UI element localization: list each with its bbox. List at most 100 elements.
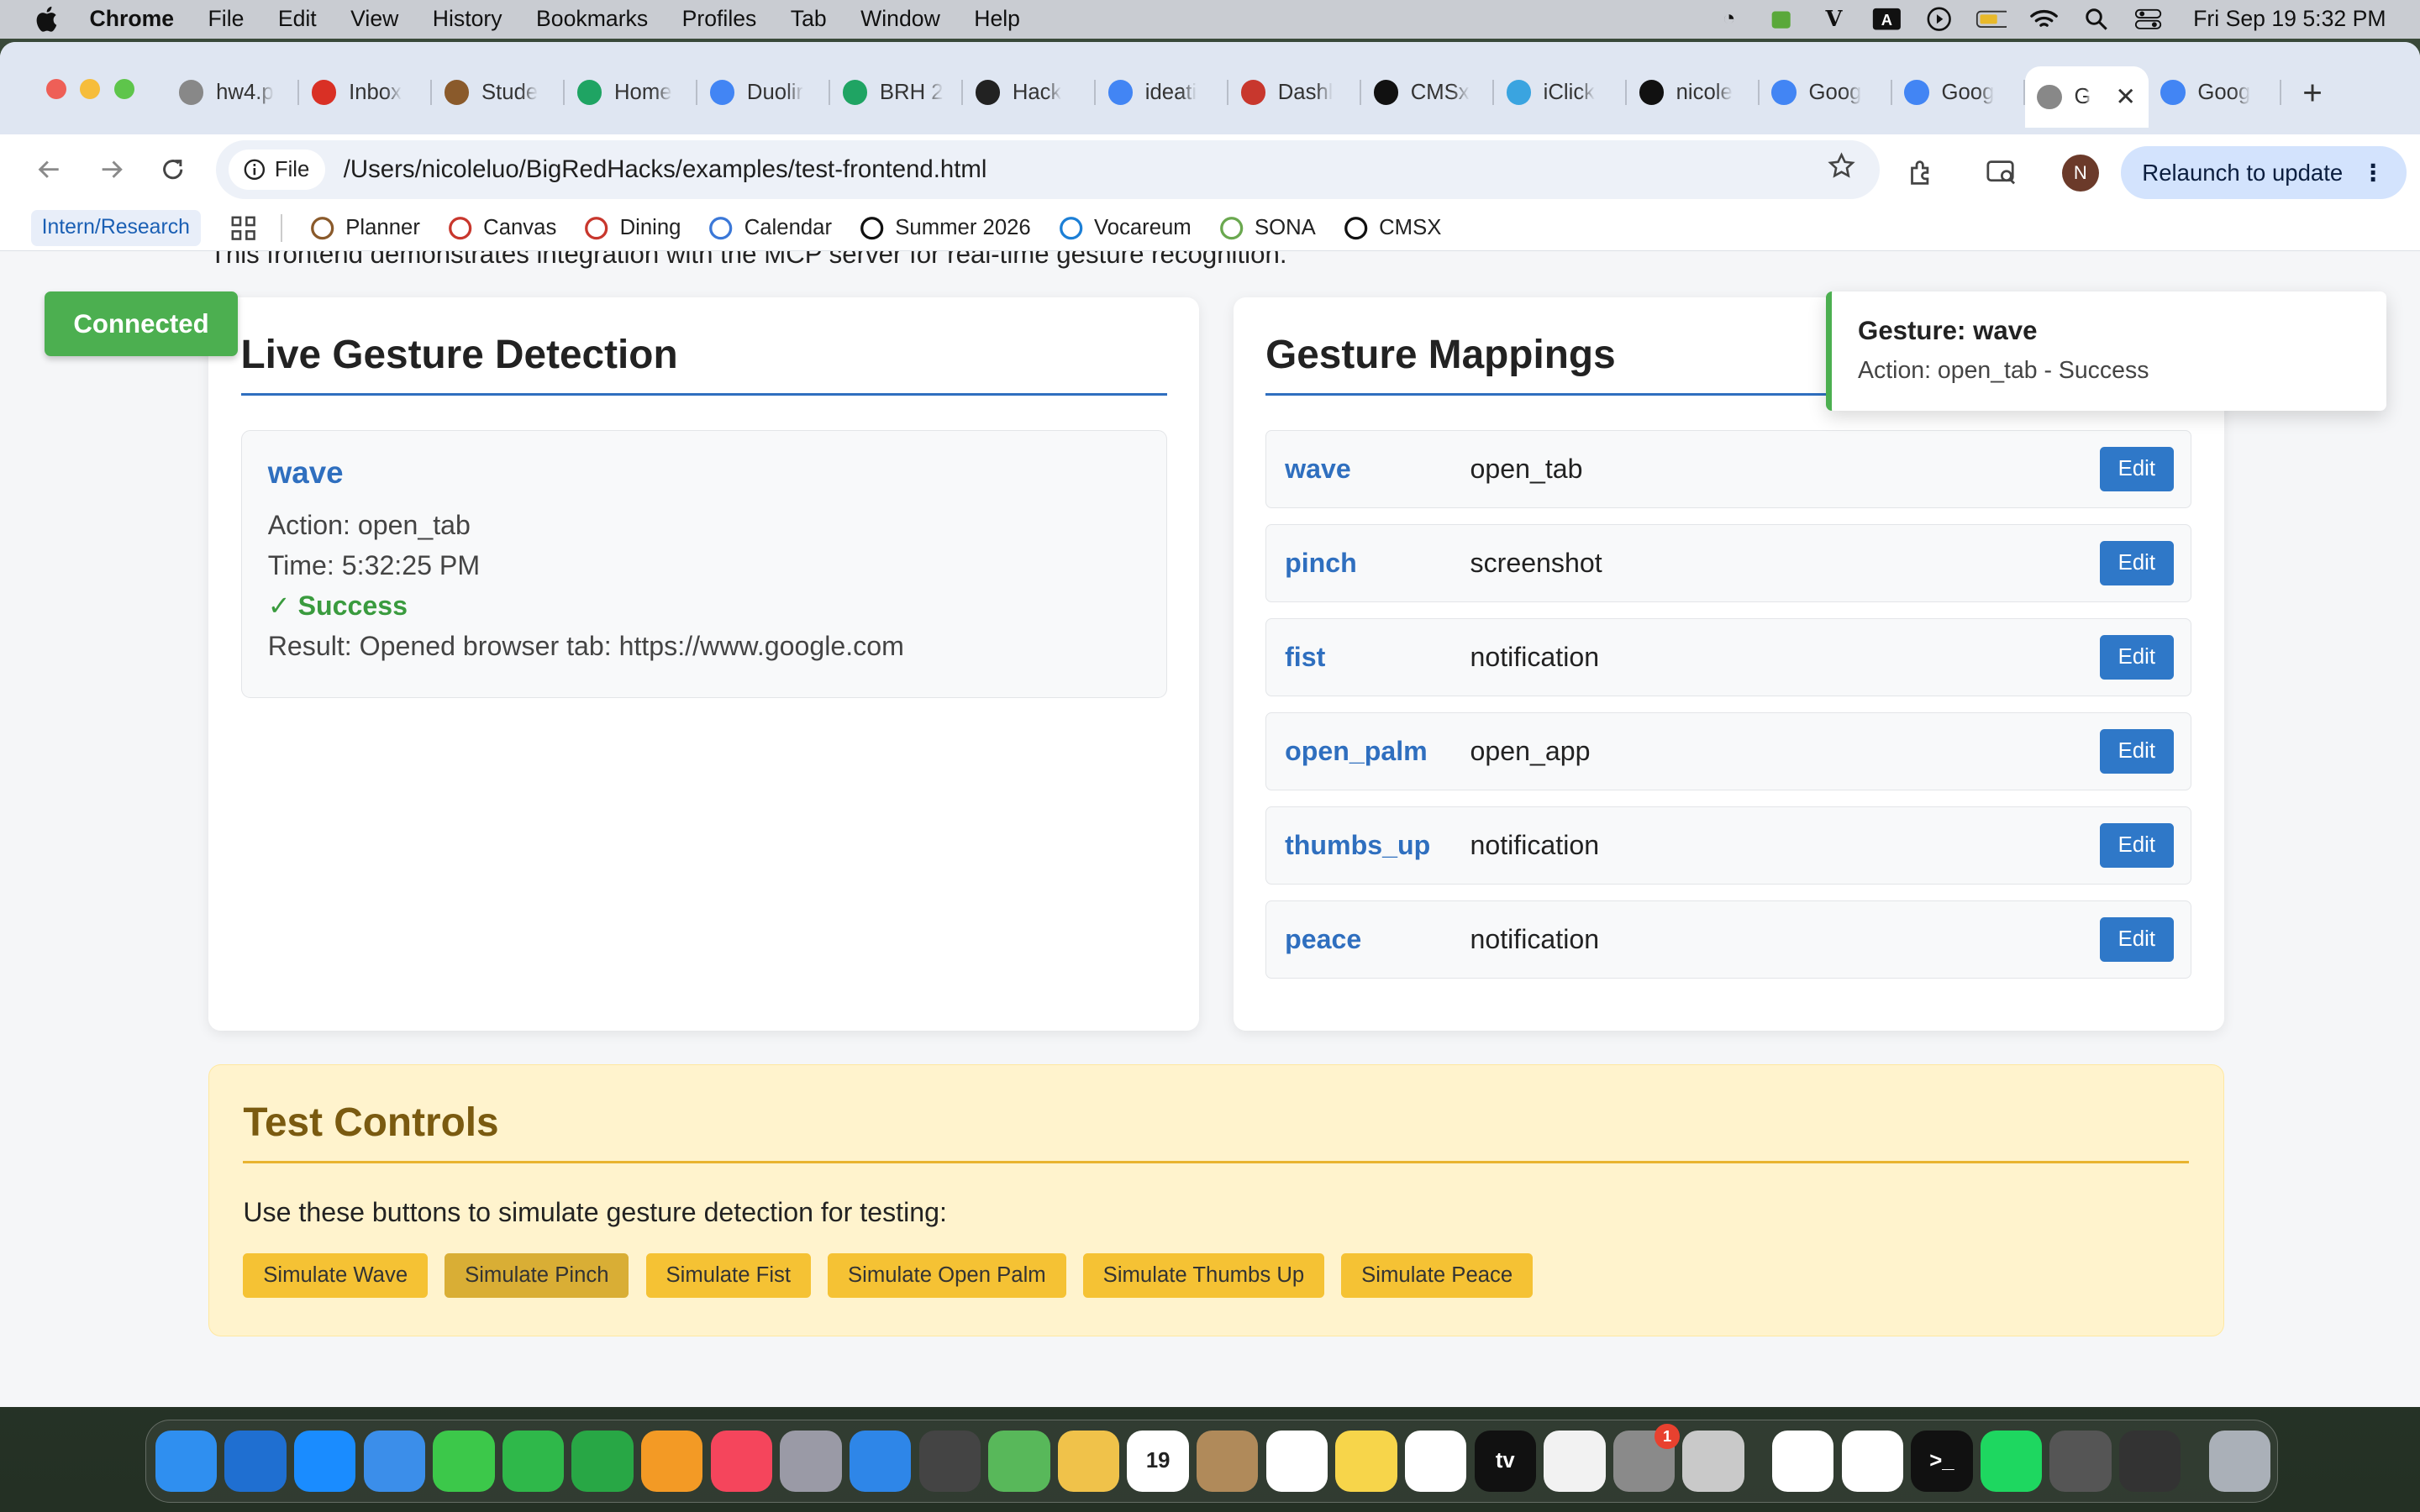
menu-bookmarks[interactable]: Bookmarks [536,6,648,32]
play-circle-icon[interactable] [1923,7,1954,32]
bookmark-vocareum[interactable]: Vocareum [1059,216,1192,240]
reminders-icon[interactable] [1265,1430,1328,1493]
bookmark-summer-2026[interactable]: Summer 2026 [860,216,1031,240]
simulate-pinch-button[interactable]: Simulate Pinch [445,1252,629,1299]
calendar-icon[interactable]: 19 [1127,1430,1189,1493]
calculator-app-icon[interactable] [918,1430,981,1493]
reload-icon[interactable] [157,155,188,186]
edit-mapping-button[interactable]: Edit [2099,916,2174,963]
trash-icon[interactable] [2208,1430,2270,1493]
menu-help[interactable]: Help [974,6,1020,32]
maps-icon[interactable] [988,1430,1050,1493]
facetime-icon[interactable] [502,1430,565,1493]
edit-mapping-button[interactable]: Edit [2099,446,2174,492]
numbers-icon[interactable] [571,1430,634,1493]
browser-tab[interactable]: Inbox [299,66,433,118]
menu-history[interactable]: History [433,6,502,32]
wifi-icon[interactable] [2028,7,2060,31]
new-tab-button[interactable]: + [2302,73,2323,113]
slack-icon[interactable] [1841,1430,1903,1493]
menubar-clock[interactable]: Fri Sep 19 5:32 PM [2193,6,2386,32]
cube-app-icon[interactable] [2119,1430,2181,1493]
relaunch-button[interactable]: Relaunch to update ⋮ [2120,146,2407,199]
photos-icon[interactable] [1057,1430,1120,1493]
browser-tab[interactable]: G ✕ [2024,66,2149,129]
browser-tab[interactable]: iClick [1494,66,1627,118]
simulate-peace-button[interactable]: Simulate Peace [1341,1252,1534,1299]
close-tab-icon[interactable]: ✕ [2115,82,2136,112]
spotify-icon[interactable] [1980,1430,2043,1493]
notes-icon[interactable] [1335,1430,1397,1493]
contacts-icon[interactable] [1197,1430,1259,1493]
simulate-thumbs-up-button[interactable]: Simulate Thumbs Up [1082,1252,1325,1299]
simulate-open-palm-button[interactable]: Simulate Open Palm [828,1252,1066,1299]
chrome-icon[interactable] [1771,1430,1834,1493]
bookmark-sona[interactable]: SONA [1219,216,1316,240]
browser-tab[interactable]: Duolir [697,66,831,118]
browser-tab[interactable]: Goog [1760,66,1892,118]
keynote-icon[interactable] [224,1430,287,1493]
browser-tab[interactable]: Dashl [1228,66,1361,118]
bookmark-planner[interactable]: Planner [310,216,420,240]
bookmark-star-icon[interactable] [1828,152,1855,187]
bookmark-canvas[interactable]: Canvas [448,216,556,240]
browser-tab[interactable]: Hack [963,66,1097,118]
battery-icon[interactable] [1975,7,2007,31]
browser-tab[interactable]: Goog [1892,66,2025,118]
bookmark-cmsx[interactable]: CMSX [1344,216,1441,240]
browser-tab[interactable]: Goog [2149,66,2281,118]
calculator-icon[interactable] [2049,1430,2112,1493]
puzzle-extension-icon[interactable] [1766,7,1797,31]
mail-icon[interactable] [363,1430,425,1493]
news-icon[interactable] [1544,1430,1606,1493]
url-text[interactable]: /Users/nicoleluo/BigRedHacks/examples/te… [344,155,987,184]
minimize-window-button[interactable] [80,78,101,99]
menu-app-name[interactable]: Chrome [90,6,175,32]
bookmark-folder-intern-research[interactable]: Intern/Research [30,209,201,246]
browser-tab[interactable]: CMSx [1361,66,1494,118]
apple-icon[interactable] [34,5,58,33]
music-icon[interactable] [710,1430,773,1493]
vim-v-icon[interactable]: V [1818,7,1849,32]
rewind-timer-icon[interactable]: ◔ [1713,7,1744,31]
simulate-wave-button[interactable]: Simulate Wave [243,1252,428,1299]
pages-icon[interactable] [641,1430,703,1493]
launchpad-icon[interactable] [780,1430,842,1493]
apps-grid-icon[interactable] [231,216,256,240]
menu-edit[interactable]: Edit [278,6,317,32]
extensions-icon[interactable] [1902,153,1942,193]
browser-tab[interactable]: ideati [1096,66,1228,118]
bookmark-dining[interactable]: Dining [584,216,681,240]
address-bar[interactable]: File /Users/nicoleluo/BigRedHacks/exampl… [216,140,1881,199]
edit-mapping-button[interactable]: Edit [2099,540,2174,586]
forward-icon[interactable] [96,155,127,186]
zoom-window-button[interactable] [113,78,134,99]
tab-search-icon[interactable] [1981,153,2022,193]
safari-icon[interactable] [849,1430,912,1493]
freeform-icon[interactable] [1404,1430,1467,1493]
browser-tab[interactable]: Stude [432,66,566,118]
system-settings-icon[interactable]: 1 [1612,1424,1680,1493]
browser-tab[interactable]: Home [565,66,698,118]
simulate-fist-button[interactable]: Simulate Fist [645,1252,811,1299]
bookmark-calendar[interactable]: Calendar [708,216,832,240]
profile-avatar[interactable]: N [2061,154,2099,192]
menu-tab[interactable]: Tab [791,6,827,32]
input-source-icon[interactable]: A [1871,7,1902,31]
browser-tab[interactable]: BRH 2 [830,66,964,118]
tv-icon[interactable]: tv [1474,1430,1536,1493]
site-info-chip[interactable]: File [228,150,325,190]
menu-file[interactable]: File [208,6,245,32]
finder-icon[interactable] [155,1430,218,1493]
terminal-icon[interactable]: >_ [1911,1430,1973,1493]
browser-tab[interactable]: hw4.p [166,66,300,118]
back-icon[interactable] [34,155,65,186]
close-window-button[interactable] [46,78,66,99]
menu-view[interactable]: View [350,6,398,32]
edit-mapping-button[interactable]: Edit [2099,728,2174,774]
menu-profiles[interactable]: Profiles [682,6,757,32]
control-center-icon[interactable] [2133,7,2165,31]
edit-mapping-button[interactable]: Edit [2099,634,2174,680]
iphone-mirroring-icon[interactable] [1682,1430,1744,1493]
menu-window[interactable]: Window [860,6,940,32]
